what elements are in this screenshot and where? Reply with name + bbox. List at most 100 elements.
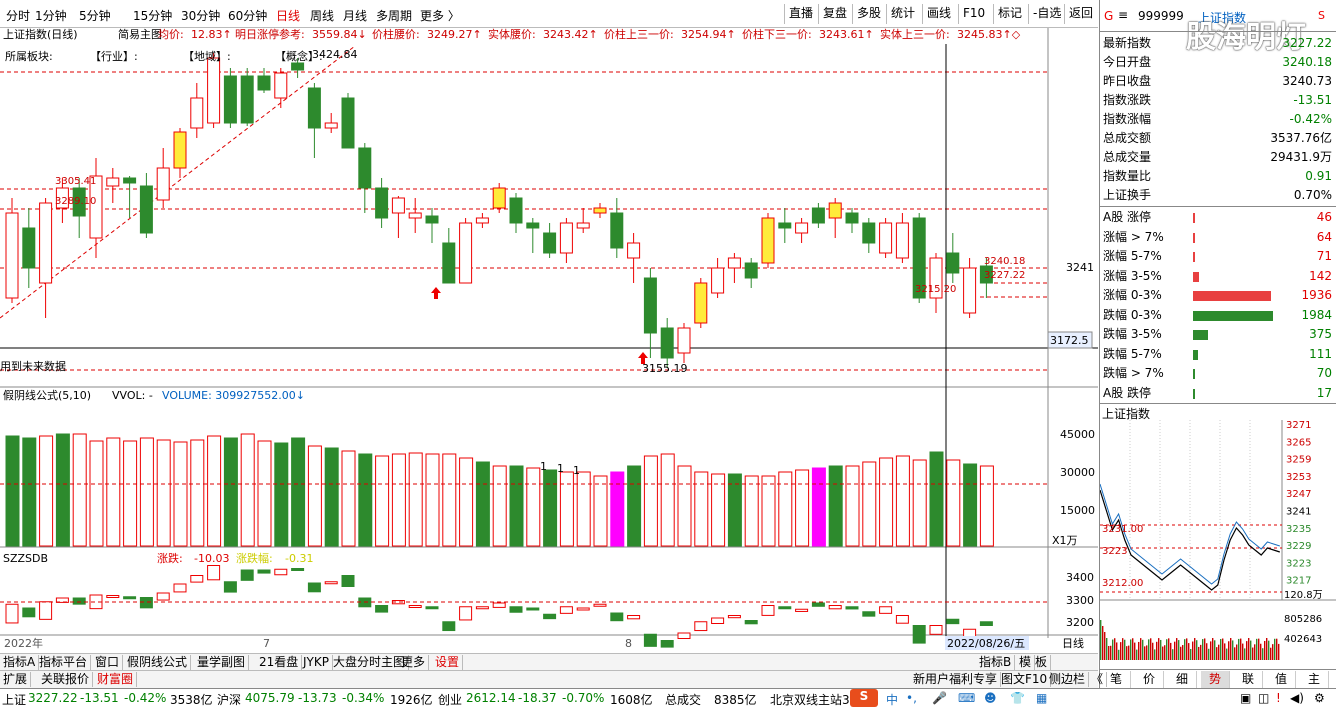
quote-tab[interactable]: 势 <box>1201 671 1230 688</box>
breadth-label: 跌幅 0-3% <box>1103 307 1162 322</box>
punctuation-icon[interactable]: •, <box>906 691 917 705</box>
replay-button[interactable]: 复盘 <box>818 4 851 24</box>
quote-tab[interactable]: 联 <box>1234 671 1263 688</box>
sh-pct: -0.42% <box>124 691 167 705</box>
extension-tab-right[interactable]: 侧边栏 <box>1046 672 1090 687</box>
quote-stat-value: -13.51 <box>1293 93 1332 107</box>
live-button[interactable]: 直播 <box>784 4 817 24</box>
breadth-label: 涨幅 5-7% <box>1103 249 1162 263</box>
quote-stat-row: 总成交额 3537.76亿 <box>1103 129 1332 148</box>
tab-1min[interactable]: 1分钟 <box>35 7 67 24</box>
volume-bar <box>559 471 574 547</box>
tab-monthly[interactable]: 月线 <box>343 7 367 24</box>
sector-region[interactable]: 【地域】: <box>183 50 231 63</box>
candle <box>492 187 506 209</box>
breadth-bar <box>1193 330 1209 340</box>
tab-60min[interactable]: 60分钟 <box>228 7 267 24</box>
szzsdb-bar <box>795 608 809 612</box>
keyboard-icon[interactable]: ⌨ <box>958 691 975 705</box>
indicator-tab-right[interactable]: 指标B <box>976 655 1016 670</box>
indicator-tab[interactable]: 窗口 <box>92 655 124 670</box>
tab-15min[interactable]: 15分钟 <box>133 7 172 24</box>
screen-icon[interactable]: ◫ <box>1258 691 1269 705</box>
sector-industry[interactable]: 【行业】: <box>90 50 138 63</box>
extension-tab-right[interactable]: 新用户福利专享 <box>910 672 1002 687</box>
indicator-tab[interactable]: 21看盘 <box>256 655 303 670</box>
tab-weekly[interactable]: 周线 <box>310 7 334 24</box>
breadth-row: 涨幅 > 7% 64 <box>1103 228 1332 247</box>
quote-stat-row: 总成交量 29431.9万 <box>1103 148 1332 167</box>
breadth-bar <box>1193 369 1196 379</box>
tab-more[interactable]: 更多 〉 <box>420 7 460 24</box>
indicator-tab[interactable]: 设置 <box>432 655 464 670</box>
tab-30min[interactable]: 30分钟 <box>181 7 220 24</box>
alert-icon[interactable]: ! <box>1276 691 1281 705</box>
quote-stat-row: 最新指数 3227.22 <box>1103 34 1332 53</box>
mini-axis-label: 3253 <box>1286 472 1311 483</box>
szzsdb-bar <box>492 602 506 608</box>
news-ticker[interactable]: 北京双线主站3 <box>770 691 850 707</box>
indicator-tab-right[interactable]: 板 <box>1032 655 1052 670</box>
quote-tab[interactable]: 主 <box>1300 671 1329 688</box>
extension-tab-right[interactable]: 《 <box>1088 672 1108 687</box>
volume-bar <box>492 465 507 547</box>
grid-icon[interactable]: ▦ <box>1036 691 1047 705</box>
mini-intraday-chart[interactable]: 3231.00 3223 3212.00 3271 3265 3259 3253 324… <box>1100 420 1336 668</box>
szzsdb-bar <box>408 605 422 608</box>
szzsdb-bar <box>274 568 288 576</box>
volume-bar <box>375 455 390 547</box>
extension-tab[interactable]: 财富圈 <box>94 672 138 687</box>
indicator-tab[interactable]: 更多 <box>398 655 430 670</box>
tab-multi-period[interactable]: 多周期 <box>376 7 412 24</box>
window-icon[interactable]: ▣ <box>1240 691 1251 705</box>
quote-tab[interactable]: 值 <box>1267 671 1296 688</box>
extension-tab-right[interactable]: 图文F10 <box>998 672 1052 687</box>
mark-button[interactable]: 标记 <box>993 4 1026 24</box>
volume-bar <box>358 453 373 547</box>
szzsdb-bar <box>442 621 456 632</box>
kline-chart[interactable]: 上证指数(日线) 简易主图 均价: 12.83↑ 明日涨停参考: 3559.84↓ 价柱… <box>0 28 1098 650</box>
back-button[interactable]: 返回 <box>1064 4 1097 24</box>
draw-line-button[interactable]: 画线 <box>922 4 955 24</box>
x-axis-period[interactable]: 日线 <box>1062 636 1084 650</box>
low-price-label: 3155.19 <box>642 362 688 375</box>
quote-tab[interactable]: 细 <box>1168 671 1197 688</box>
tab-5min[interactable]: 5分钟 <box>79 7 111 24</box>
ime-mode[interactable]: 中 <box>886 691 898 707</box>
candle <box>39 202 53 284</box>
tab-fenshi[interactable]: 分时 <box>6 7 30 24</box>
f10-button[interactable]: F10 <box>958 4 989 24</box>
watchlist-button[interactable]: -自选 <box>1028 4 1065 24</box>
zhangdie-value: -10.03 <box>194 552 229 565</box>
sound-icon[interactable]: ◀) <box>1290 691 1304 705</box>
volume-bar <box>744 475 759 547</box>
skin-icon[interactable]: 👕 <box>1010 691 1025 705</box>
szzsdb-bar <box>526 607 540 611</box>
indicator-tab[interactable]: JYKP <box>300 655 333 670</box>
szzsdb-bar <box>39 601 53 620</box>
volume-bar <box>828 465 843 547</box>
menu-icon[interactable]: ≡ <box>1118 8 1128 22</box>
indicator-tab[interactable]: 假阴线公式 <box>124 655 192 670</box>
sogou-ime-icon[interactable]: S <box>850 689 878 707</box>
extension-tab[interactable]: 关联报价 <box>38 672 94 687</box>
volume-title: 假阴线公式(5,10) <box>3 388 91 402</box>
stats-button[interactable]: 统计 <box>886 4 919 24</box>
microphone-icon[interactable]: 🎤 <box>932 691 947 705</box>
szzsdb-bar <box>761 605 775 616</box>
breadth-label: A股 跌停 <box>1103 385 1152 400</box>
volume-bar <box>778 471 793 547</box>
quote-tab[interactable]: 价 <box>1135 671 1164 688</box>
indicator-tab[interactable]: 指标A <box>0 655 40 670</box>
extension-tab[interactable]: 扩展 <box>0 672 32 687</box>
mini-axis-label: 3241 <box>1286 507 1311 518</box>
multi-stock-button[interactable]: 多股 <box>852 4 885 24</box>
indicator-tab[interactable]: 指标平台 <box>36 655 92 670</box>
high-price-label: 3424.84 <box>312 48 358 61</box>
user-icon[interactable]: ☻ <box>984 691 997 705</box>
indicator-tab[interactable]: 量学副图 <box>194 655 250 670</box>
header-item-value: 3243.42↑ <box>543 28 598 41</box>
volume-bar <box>912 459 927 547</box>
settings-icon[interactable]: ⚙ <box>1314 691 1325 705</box>
tab-daily[interactable]: 日线 <box>276 7 300 24</box>
